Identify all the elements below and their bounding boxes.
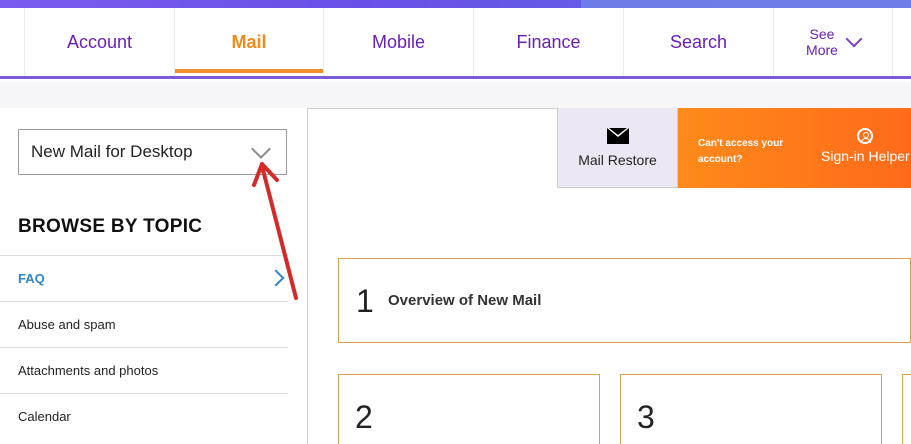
- sign-in-helper-label: Sign-in Helper: [821, 148, 910, 164]
- envelope-icon: [606, 127, 629, 144]
- card-number: 1: [356, 283, 374, 319]
- see-more-line2: More: [806, 42, 838, 58]
- tab-finance-label: Finance: [516, 31, 581, 52]
- topic-card-4-partial[interactable]: [902, 374, 911, 444]
- tab-search[interactable]: Search: [623, 8, 773, 76]
- tab-mobile[interactable]: Mobile: [323, 8, 473, 76]
- topic-label: Attachments and photos: [18, 363, 159, 378]
- sign-in-helper-banner[interactable]: Can't access your account? Sign-in Helpe…: [678, 108, 911, 188]
- sidebar: New Mail for Desktop BROWSE BY TOPIC FAQ…: [0, 108, 308, 444]
- chevron-down-icon: [845, 30, 863, 48]
- top-map-strip: [581, 0, 911, 8]
- chevron-down-icon: [251, 139, 271, 159]
- mail-restore-label: Mail Restore: [578, 151, 657, 168]
- topic-card-3[interactable]: 3: [620, 374, 882, 444]
- subheader-band: [0, 82, 911, 108]
- topic-label: FAQ: [18, 271, 45, 286]
- topic-label: Calendar: [18, 409, 71, 424]
- browse-by-topic-heading: BROWSE BY TOPIC: [18, 216, 203, 237]
- topic-label: Abuse and spam: [18, 317, 116, 332]
- see-more-button[interactable]: See More: [773, 8, 893, 76]
- topic-card-1[interactable]: 1 Overview of New Mail: [338, 258, 911, 343]
- topic-list: FAQ Abuse and spam Attachments and photo…: [0, 255, 288, 439]
- cant-access-line2: account?: [698, 154, 743, 165]
- tab-search-label: Search: [669, 31, 728, 52]
- tab-account-label: Account: [66, 31, 133, 52]
- tab-mail-label: Mail: [231, 31, 267, 52]
- product-dropdown-value: New Mail for Desktop: [31, 142, 193, 161]
- card-number: 3: [637, 399, 655, 435]
- cant-access-text: Can't access your account?: [698, 136, 783, 168]
- top-navigation: Account Mail Mobile Finance Search See M…: [0, 8, 911, 79]
- see-more-label: See More: [806, 26, 838, 58]
- tab-account[interactable]: Account: [24, 8, 174, 76]
- sign-in-helper-button[interactable]: Sign-in Helper: [821, 128, 910, 164]
- card-number: 2: [355, 399, 373, 435]
- cant-access-line1: Can't access your: [698, 138, 784, 149]
- tab-mobile-label: Mobile: [371, 31, 426, 52]
- topic-calendar[interactable]: Calendar: [0, 393, 288, 439]
- see-more-line1: See: [809, 26, 835, 42]
- topic-faq[interactable]: FAQ: [0, 255, 288, 301]
- product-dropdown[interactable]: New Mail for Desktop: [18, 129, 287, 175]
- card-title: Overview of New Mail: [388, 292, 542, 309]
- user-circle-icon: [857, 128, 874, 144]
- mail-restore-button[interactable]: Mail Restore: [557, 108, 678, 188]
- tab-mail[interactable]: Mail: [174, 8, 323, 76]
- topic-abuse-and-spam[interactable]: Abuse and spam: [0, 301, 288, 347]
- chevron-right-icon: [267, 269, 285, 287]
- tab-finance[interactable]: Finance: [473, 8, 623, 76]
- topic-card-2[interactable]: 2: [338, 374, 600, 444]
- topic-attachments-and-photos[interactable]: Attachments and photos: [0, 347, 288, 393]
